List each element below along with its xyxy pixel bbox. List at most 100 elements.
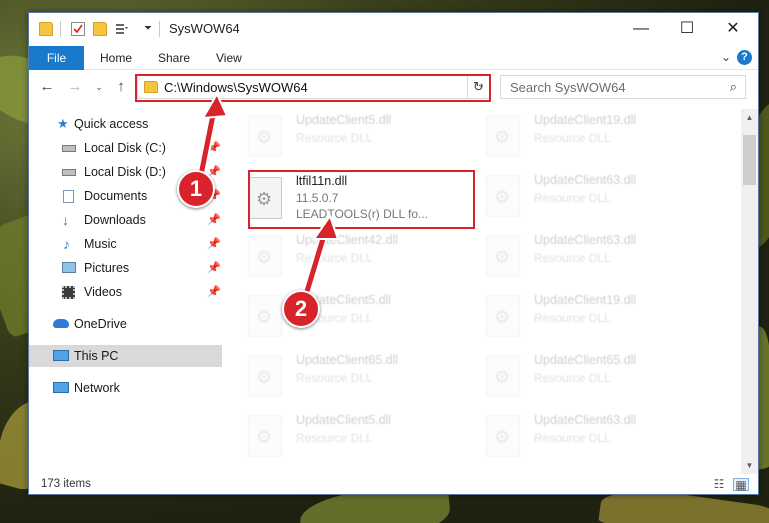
list-item[interactable]: ⚙ UpdateClient5.dll Resource DLL — [234, 109, 464, 165]
list-item[interactable]: ⚙ UpdateClient19.dll Resource DLL — [472, 289, 702, 345]
forward-arrow-icon[interactable]: → — [65, 77, 85, 97]
network-icon — [53, 382, 69, 393]
file-type: Resource DLL — [534, 131, 611, 145]
divider — [159, 21, 160, 37]
computer-icon — [53, 350, 69, 361]
tab-view[interactable]: View — [216, 46, 242, 70]
vertical-scrollbar[interactable]: ▲ ▼ — [741, 109, 758, 474]
up-arrow-icon[interactable]: ↑ — [111, 77, 131, 97]
sidebar-item-this-pc[interactable]: This PC — [29, 345, 222, 367]
list-item[interactable]: ⚙ UpdateClient65.dll Resource DLL — [234, 349, 464, 405]
file-name: UpdateClient42.dll — [296, 233, 399, 247]
gear-icon: ⚙ — [494, 127, 511, 147]
sidebar-item-videos[interactable]: Videos 📌 — [29, 281, 222, 303]
sidebar-item-label: Local Disk (D:) — [84, 165, 166, 179]
sidebar-item-label: Network — [74, 381, 120, 395]
maximize-button[interactable]: ☐ — [664, 13, 710, 45]
pin-icon[interactable]: 📌 — [207, 281, 221, 303]
address-highlight-box — [135, 74, 491, 102]
gear-icon: ⚙ — [256, 307, 273, 327]
list-item[interactable]: ⚙ UpdateClient63.dll Resource DLL — [472, 169, 702, 225]
sidebar-item-label: Local Disk (C:) — [84, 141, 166, 155]
file-name: UpdateClient63.dll — [534, 173, 637, 187]
file-name: UpdateClient19.dll — [534, 293, 637, 307]
sidebar-item-network[interactable]: Network — [29, 377, 222, 399]
file-type: Resource DLL — [534, 371, 611, 385]
gear-icon: ⚙ — [256, 367, 273, 387]
file-type: Resource DLL — [534, 311, 611, 325]
tab-file[interactable]: File — [29, 46, 84, 70]
downloads-icon: ↓ — [62, 212, 69, 228]
sidebar-item-music[interactable]: ♪ Music 📌 — [29, 233, 222, 255]
status-bar: 173 items ☷ ▦ — [29, 474, 758, 494]
gear-icon: ⚙ — [256, 127, 273, 147]
cloud-icon — [53, 319, 69, 328]
step-badge-1: 1 — [177, 170, 215, 208]
step-badge-2: 2 — [282, 290, 320, 328]
sidebar-item-downloads[interactable]: ↓ Downloads 📌 — [29, 209, 222, 231]
list-item[interactable]: ⚙ UpdateClient5.dll Resource DLL — [234, 289, 464, 345]
music-icon: ♪ — [63, 236, 70, 252]
tiles-view-icon[interactable]: ▦ — [733, 478, 749, 492]
file-type: Resource DLL — [296, 251, 373, 265]
ribbon-tabs: File Home Share View ⌄ ? — [29, 45, 758, 70]
scroll-thumb[interactable] — [743, 135, 756, 185]
pin-icon[interactable]: 📌 — [207, 257, 221, 279]
pin-icon[interactable]: 📌 — [207, 137, 221, 159]
title-bar: ⏷ SysWOW64 — ☐ ✕ — [29, 13, 758, 45]
search-placeholder: Search SysWOW64 — [510, 80, 626, 95]
sidebar-item-quick-access[interactable]: ★ Quick access — [29, 113, 222, 135]
file-type: Resource DLL — [296, 371, 373, 385]
close-button[interactable]: ✕ — [710, 13, 756, 45]
sidebar-item-pictures[interactable]: Pictures 📌 — [29, 257, 222, 279]
tab-home[interactable]: Home — [100, 46, 132, 70]
tab-share[interactable]: Share — [158, 46, 190, 70]
list-item[interactable]: ⚙ UpdateClient63.dll Resource DLL — [472, 229, 702, 285]
search-icon[interactable]: ⌕ — [730, 79, 737, 95]
file-name: UpdateClient63.dll — [534, 413, 637, 427]
file-explorer-window: ⏷ SysWOW64 — ☐ ✕ File Home Share View ⌄ … — [28, 12, 759, 495]
new-folder-icon[interactable] — [93, 22, 107, 36]
sidebar-item-onedrive[interactable]: OneDrive — [29, 313, 222, 335]
gear-icon: ⚙ — [494, 247, 511, 267]
file-type: Resource DLL — [296, 431, 373, 445]
gear-icon: ⚙ — [494, 427, 511, 447]
details-view-icon[interactable]: ☷ — [711, 478, 727, 491]
list-item[interactable]: ⚙ UpdateClient19.dll Resource DLL — [472, 109, 702, 165]
list-item[interactable]: ⚙ UpdateClient65.dll Resource DLL — [472, 349, 702, 405]
sidebar-item-label: Quick access — [74, 117, 149, 131]
recent-locations-icon[interactable]: ⌄ — [89, 77, 109, 97]
window-title: SysWOW64 — [169, 21, 240, 36]
pin-icon[interactable]: 📌 — [207, 209, 221, 231]
scroll-down-icon[interactable]: ▼ — [741, 457, 758, 474]
file-type: Resource DLL — [534, 431, 611, 445]
gear-icon: ⚙ — [494, 307, 511, 327]
help-icon[interactable]: ? — [737, 50, 752, 65]
sidebar-item-label: Pictures — [84, 261, 130, 275]
minimize-button[interactable]: — — [618, 13, 664, 45]
sidebar-item-label: Downloads — [84, 213, 146, 227]
search-input[interactable]: Search SysWOW64 ⌕ — [500, 75, 746, 99]
sidebar-item-local-disk-c[interactable]: Local Disk (C:) 📌 — [29, 137, 222, 159]
divider — [60, 21, 61, 37]
rename-icon[interactable] — [115, 22, 129, 36]
sidebar-item-label: Documents — [84, 189, 148, 203]
file-type: Resource DLL — [534, 191, 611, 205]
drive-icon — [62, 169, 76, 176]
sidebar-item-label: This PC — [74, 349, 119, 363]
properties-icon[interactable] — [71, 22, 85, 36]
file-type: Resource DLL — [296, 131, 373, 145]
expand-ribbon-icon[interactable]: ⌄ — [721, 50, 731, 64]
list-item[interactable]: ⚙ UpdateClient5.dll Resource DLL — [234, 409, 464, 465]
back-arrow-icon[interactable]: ← — [37, 77, 57, 97]
list-item[interactable]: ⚙ UpdateClient63.dll Resource DLL — [472, 409, 702, 465]
pin-icon[interactable]: 📌 — [207, 233, 221, 255]
file-highlight-box — [248, 170, 475, 229]
pictures-icon — [62, 262, 76, 273]
sidebar-item-label: Videos — [84, 285, 122, 299]
customize-quick-access-icon[interactable]: ⏷ — [141, 22, 155, 36]
file-name: UpdateClient19.dll — [534, 113, 637, 127]
list-item[interactable]: ⚙ UpdateClient42.dll Resource DLL — [234, 229, 464, 285]
scroll-up-icon[interactable]: ▲ — [741, 109, 758, 126]
item-count: 173 items — [41, 478, 91, 490]
